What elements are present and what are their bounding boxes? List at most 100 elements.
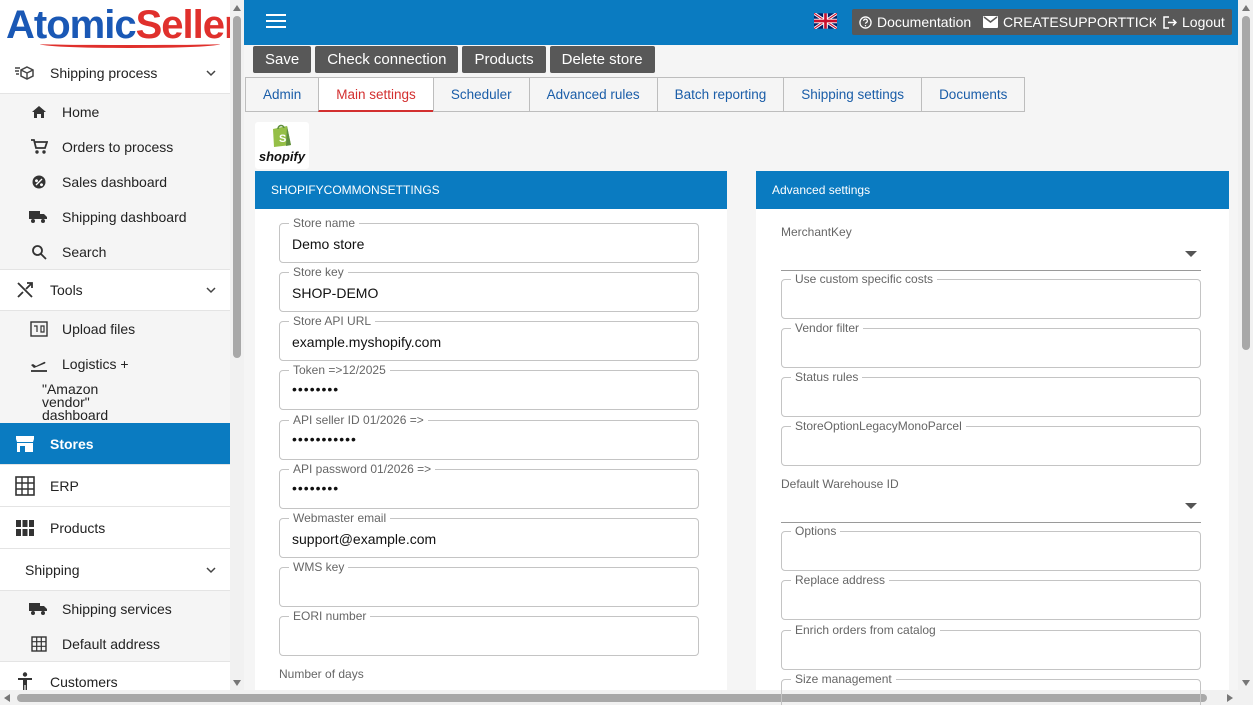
tab-shipping-settings[interactable]: Shipping settings (783, 77, 922, 112)
flag-uk-icon[interactable] (814, 13, 837, 29)
token-field[interactable]: Token =>12/2025 •••••••• (279, 363, 699, 410)
scroll-right-arrow[interactable] (1227, 694, 1233, 702)
tab-scheduler[interactable]: Scheduler (432, 77, 529, 112)
documentation-button[interactable]: Documentation (852, 9, 979, 35)
merchant-key-select[interactable]: MerchantKey (781, 225, 1201, 271)
mail-icon (983, 16, 998, 28)
tab-advanced-rules[interactable]: Advanced rules (528, 77, 657, 112)
nav-default-address[interactable]: Default address (0, 626, 230, 661)
scrollbar-thumb[interactable] (233, 16, 241, 358)
advanced-settings-panel: Advanced settings MerchantKey Use custom… (756, 171, 1229, 705)
grid-icon (28, 635, 50, 652)
field-label: API seller ID 01/2026 => (289, 413, 428, 427)
nav-search[interactable]: Search (0, 234, 230, 269)
nav-logistics-label: Logistics + (62, 355, 129, 372)
nav-shipping[interactable]: Shipping (0, 549, 230, 591)
store-api-url-field[interactable]: Store API URL example.myshopify.com (279, 314, 699, 361)
nav-upload-files[interactable]: Upload files (0, 311, 230, 346)
replace-address-field[interactable]: Replace address (781, 573, 1201, 620)
nav-orders-to-process[interactable]: Orders to process (0, 129, 230, 164)
api-password-field[interactable]: API password 01/2026 => •••••••• (279, 462, 699, 509)
eori-number-field[interactable]: EORI number (279, 609, 699, 656)
chevron-down-icon (206, 287, 216, 294)
tab-main-settings[interactable]: Main settings (318, 77, 433, 112)
nav-products[interactable]: Products (0, 507, 230, 549)
tab-admin[interactable]: Admin (245, 77, 319, 112)
size-management-field[interactable]: Size management (781, 672, 1201, 705)
nav-home-label: Home (62, 103, 100, 120)
nav-customers[interactable]: Customers (0, 661, 230, 690)
field-label: Store name (289, 216, 360, 230)
support-ticket-button[interactable]: CREATESUPPORTTICKET (976, 9, 1183, 35)
dropdown-caret-icon (1185, 251, 1197, 257)
field-value: example.myshopify.com (292, 334, 442, 350)
scroll-down-arrow[interactable] (233, 680, 241, 686)
scroll-up-arrow[interactable] (233, 5, 241, 11)
sidebar-scrollbar[interactable] (230, 0, 244, 690)
scroll-up-arrow[interactable] (1242, 5, 1250, 11)
scroll-left-arrow[interactable] (4, 694, 10, 702)
nav-stores-label: Stores (50, 435, 94, 452)
hamburger-icon[interactable] (266, 14, 286, 30)
default-warehouse-select[interactable]: Default Warehouse ID (781, 477, 1201, 523)
nav-shipping-services[interactable]: Shipping services (0, 591, 230, 626)
field-label: Status rules (791, 370, 863, 384)
logo[interactable]: AtomicSeller (0, 0, 230, 52)
nav-amazon-vendor[interactable]: "Amazon vendor" dashboard (0, 381, 230, 423)
scrollbar-thumb[interactable] (1242, 16, 1250, 350)
field-label: Vendor filter (791, 321, 864, 335)
plane-departure-icon (28, 356, 50, 372)
gear-badge-icon (28, 174, 50, 190)
shopify-settings-panel: SHOPIFYCOMMONSETTINGS Store name Demo sto… (255, 171, 727, 690)
shopify-wordmark: shopify (258, 149, 306, 164)
grid-icon (12, 475, 38, 496)
chevron-down-icon (206, 69, 216, 76)
store-name-field[interactable]: Store name Demo store (279, 216, 699, 263)
field-label: EORI number (289, 609, 371, 623)
logout-label: Logout (1182, 14, 1225, 30)
nav-stores[interactable]: Stores (0, 423, 230, 465)
nav-shipping-process[interactable]: Shipping process (0, 52, 230, 94)
store-key-field[interactable]: Store key SHOP-DEMO (279, 265, 699, 312)
apps-icon (12, 519, 38, 536)
wms-key-field[interactable]: WMS key (279, 560, 699, 607)
vendor-filter-field[interactable]: Vendor filter (781, 321, 1201, 368)
cart-icon (28, 138, 50, 155)
nav-tools[interactable]: Tools (0, 269, 230, 311)
status-rules-field[interactable]: Status rules (781, 370, 1201, 417)
nav-shipping-dashboard[interactable]: Shipping dashboard (0, 199, 230, 234)
enrich-orders-field[interactable]: Enrich orders from catalog (781, 623, 1201, 670)
custom-costs-field[interactable]: Use custom specific costs (781, 272, 1201, 319)
nav-erp[interactable]: ERP (0, 465, 230, 507)
tab-batch-reporting[interactable]: Batch reporting (656, 77, 784, 112)
delete-store-button[interactable]: Delete store (549, 46, 655, 73)
webmaster-email-field[interactable]: Webmaster email support@example.com (279, 511, 699, 558)
tab-documents[interactable]: Documents (921, 77, 1026, 112)
nav-logistics[interactable]: Logistics + (0, 346, 230, 381)
field-label: MerchantKey (781, 225, 852, 239)
api-seller-id-field[interactable]: API seller ID 01/2026 => ••••••••••• (279, 413, 699, 460)
field-label: Default Warehouse ID (781, 477, 899, 491)
nav-orders-label: Orders to process (62, 138, 174, 155)
products-button[interactable]: Products (462, 46, 546, 73)
nav-sales-dashboard[interactable]: Sales dashboard (0, 164, 230, 199)
logout-button[interactable]: Logout (1156, 9, 1232, 35)
panel-title: SHOPIFYCOMMONSETTINGS (255, 171, 727, 209)
support-ticket-label: CREATESUPPORTTICKET (1003, 14, 1176, 30)
logo-swoosh (40, 40, 220, 48)
documentation-label: Documentation (877, 14, 972, 30)
save-button[interactable]: Save (253, 46, 312, 73)
truck-icon (28, 210, 50, 224)
page-scrollbar[interactable] (1238, 0, 1253, 690)
person-icon (12, 672, 38, 690)
legacy-mono-parcel-field[interactable]: StoreOptionLegacyMonoParcel (781, 419, 1201, 466)
nav-home[interactable]: Home (0, 94, 230, 129)
check-connection-button[interactable]: Check connection (315, 46, 459, 73)
field-value: support@example.com (292, 531, 437, 547)
shuffle-icon (12, 281, 38, 299)
options-field[interactable]: Options (781, 524, 1201, 571)
tools-submenu: Upload files Logistics + "Amazon vendor"… (0, 311, 230, 423)
scroll-down-arrow[interactable] (1242, 680, 1250, 686)
truck-icon (28, 602, 50, 616)
nav-tools-label: Tools (50, 282, 83, 298)
